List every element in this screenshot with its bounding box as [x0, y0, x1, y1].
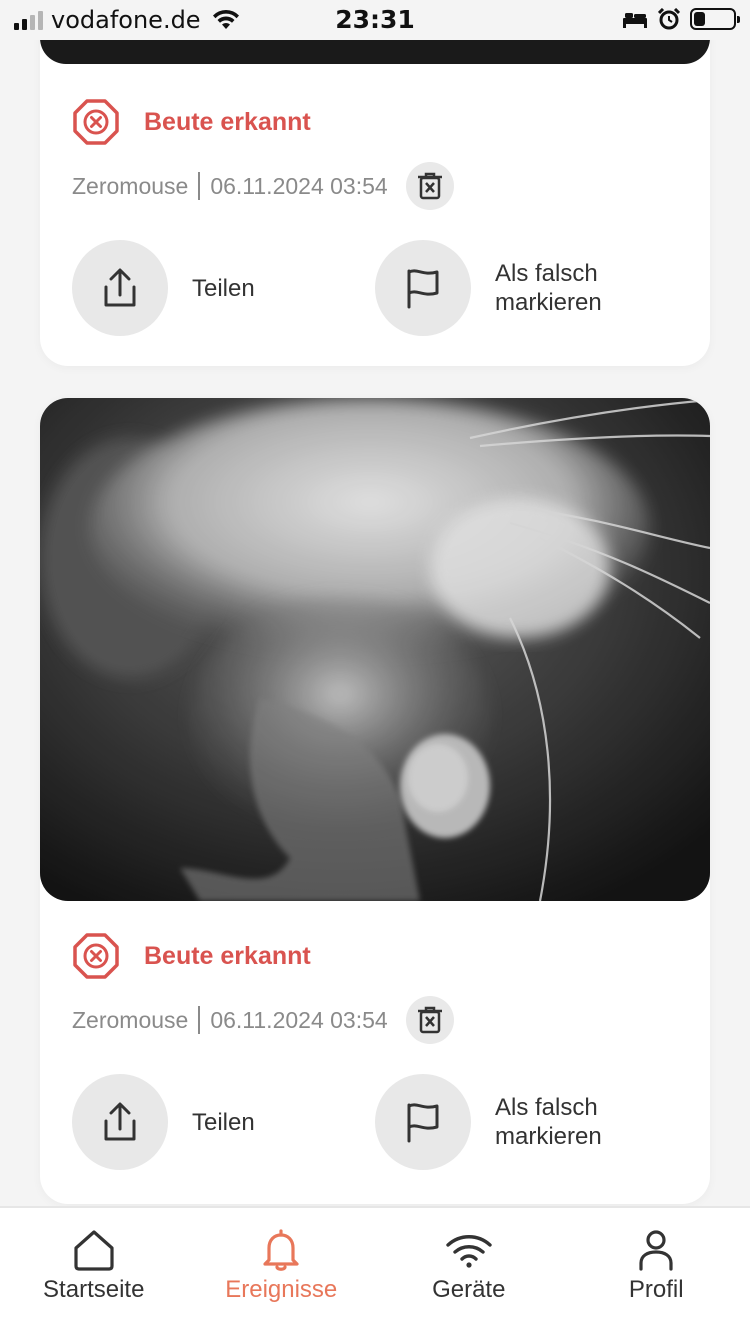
- alert-x-octagon-icon: [73, 99, 119, 145]
- nav-item-profil[interactable]: Profil: [563, 1208, 750, 1334]
- nav-item-startseite[interactable]: Startseite: [0, 1208, 188, 1334]
- bed-icon: [623, 13, 647, 28]
- mark-false-label-line2: markieren: [495, 1123, 602, 1150]
- nav-label: Profil: [628, 1276, 684, 1303]
- mark-false-label-line1: Als falsch: [495, 260, 598, 287]
- nav-item-geraete[interactable]: Geräte: [375, 1208, 563, 1334]
- share-icon: [104, 1102, 136, 1141]
- trash-icon: [417, 172, 442, 200]
- trash-icon: [417, 1006, 442, 1034]
- share-icon: [104, 268, 136, 307]
- flag-icon: [407, 1103, 439, 1143]
- bottom-navigation: Startseite Ereignisse Geräte Profil: [0, 1206, 750, 1334]
- alarm-icon: [658, 8, 680, 30]
- nav-label: Geräte: [432, 1276, 506, 1303]
- event-card: Beute erkannt Zeromouse 06.11.2024 03:54: [40, 0, 710, 366]
- event-photo[interactable]: [40, 398, 710, 901]
- mark-false-button[interactable]: Als falsch markieren: [375, 1074, 602, 1170]
- meta-divider: [198, 172, 201, 200]
- mark-false-label-line1: Als falsch: [495, 1094, 598, 1121]
- share-button[interactable]: Teilen: [72, 240, 255, 336]
- nav-item-ereignisse[interactable]: Ereignisse: [188, 1208, 376, 1334]
- battery-icon: [690, 8, 740, 30]
- delete-button[interactable]: [405, 996, 454, 1044]
- event-title: Beute erkannt: [144, 107, 311, 136]
- event-device: Zeromouse: [72, 172, 189, 199]
- delete-button[interactable]: [405, 162, 454, 210]
- nav-label: Ereignisse: [225, 1276, 338, 1303]
- event-device: Zeromouse: [72, 1006, 189, 1033]
- wifi-icon: [446, 1235, 492, 1268]
- bell-icon: [263, 1229, 299, 1271]
- share-label: Teilen: [192, 274, 255, 302]
- home-icon: [74, 1230, 114, 1271]
- status-bar: vodafone.de 23:31: [0, 0, 750, 40]
- event-datetime: 06.11.2024 03:54: [210, 172, 388, 199]
- share-label: Teilen: [192, 1108, 255, 1136]
- cat-with-prey-photo: [40, 398, 710, 901]
- flag-icon: [407, 269, 439, 309]
- event-title: Beute erkannt: [144, 941, 311, 970]
- nav-label: Startseite: [43, 1276, 145, 1303]
- event-datetime: 06.11.2024 03:54: [210, 1006, 388, 1033]
- mark-false-button[interactable]: Als falsch markieren: [375, 240, 602, 336]
- person-icon: [639, 1230, 673, 1271]
- event-card: Beute erkannt Zeromouse 06.11.2024 03:54: [40, 398, 710, 1204]
- mark-false-label-line2: markieren: [495, 289, 602, 316]
- alert-x-octagon-icon: [73, 933, 119, 979]
- meta-divider: [198, 1006, 201, 1034]
- share-button[interactable]: Teilen: [72, 1074, 255, 1170]
